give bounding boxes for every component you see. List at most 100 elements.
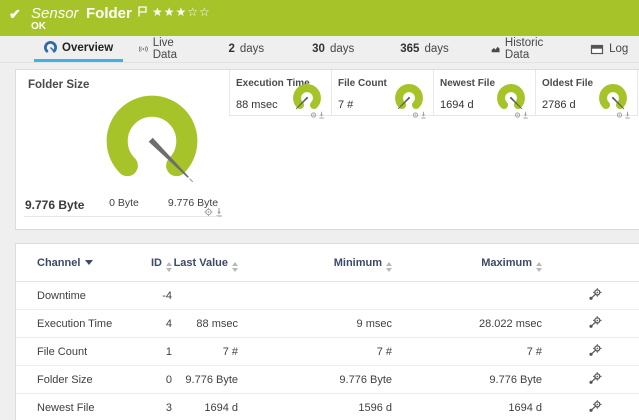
channel-settings-icon[interactable] <box>588 344 602 357</box>
sort-icon <box>536 262 542 272</box>
primary-gauge-value: 9.776 Byte <box>25 198 85 212</box>
tab-number: 30 <box>312 43 325 55</box>
gauge-corner-icons[interactable] <box>204 204 224 222</box>
column-header-maximum[interactable]: Maximum <box>392 244 542 282</box>
column-header-last-value[interactable]: Last Value <box>172 244 238 282</box>
mini-gauge-title: File Count <box>338 78 387 89</box>
channel-table: Channel ID Last Value Minimum Maximum Do… <box>16 244 639 420</box>
object-kind-label: Sensor <box>31 5 79 22</box>
channel-name[interactable]: Execution Time <box>16 309 146 338</box>
channel-id: 4 <box>146 309 172 338</box>
channel-settings-icon[interactable] <box>588 316 602 329</box>
gauge-corner-icons[interactable] <box>514 106 530 124</box>
mini-gauge-oldest-file[interactable]: Oldest File 2786 d <box>535 70 637 119</box>
tab-overview[interactable]: Overview <box>34 36 124 62</box>
pin-icon <box>421 111 426 119</box>
mini-gauge-value: 88 msec <box>236 99 278 111</box>
channel-name[interactable]: Newest File <box>16 393 146 420</box>
minimum-value <box>238 281 392 310</box>
channel-table-panel: Channel ID Last Value Minimum Maximum Do… <box>15 243 639 420</box>
sort-icon <box>386 262 392 272</box>
pin-icon <box>319 111 324 119</box>
channel-id: 0 <box>146 365 172 394</box>
tab-label: Historic Data <box>504 37 544 61</box>
priority-flag-icon[interactable] <box>138 4 147 22</box>
sensor-status-text: OK <box>31 21 46 32</box>
minimum-value: 9 msec <box>238 309 392 338</box>
pin-icon <box>625 111 630 119</box>
channel-name[interactable]: Downtime <box>16 281 146 310</box>
mini-gauge-value: 2786 d <box>542 99 576 111</box>
mini-gauge-value: 1694 d <box>440 99 474 111</box>
channel-id: 3 <box>146 393 172 420</box>
channel-settings-icon[interactable] <box>588 400 602 413</box>
gauge-corner-icons[interactable] <box>412 106 428 124</box>
minimum-value: 1596 d <box>238 393 392 420</box>
tab-log[interactable]: Log <box>580 36 638 62</box>
table-row[interactable]: File Count 1 7 # 7 # 7 # <box>16 337 639 366</box>
gauge-icon <box>44 41 57 53</box>
tab-label: days <box>239 43 265 55</box>
last-value: 9.776 Byte <box>172 365 238 394</box>
channel-id: 1 <box>146 337 172 366</box>
gauge-corner-icons[interactable] <box>616 106 632 124</box>
column-header-actions <box>542 244 639 282</box>
last-value: 1694 d <box>172 393 238 420</box>
sort-icon <box>232 262 238 272</box>
gauges-panel: Folder Size 0 Byte 9.776 Byte 9.776 Byte… <box>15 69 639 230</box>
pin-icon <box>523 111 528 119</box>
primary-gauge-cell[interactable]: Folder Size 0 Byte 9.776 Byte 9.776 Byte <box>16 70 229 229</box>
mini-gauge-execution-time[interactable]: Execution Time 88 msec <box>229 70 331 119</box>
tab-historic-data[interactable]: Historic Data <box>481 36 558 62</box>
mini-gauge-value: 7 # <box>338 99 354 111</box>
minimum-value: 9.776 Byte <box>238 365 392 394</box>
column-header-id[interactable]: ID <box>146 244 172 282</box>
maximum-value: 1694 d <box>392 393 542 420</box>
tab-30-days[interactable]: 30 days <box>302 36 364 62</box>
table-row[interactable]: Newest File 3 1694 d 1596 d 1694 d <box>16 393 639 420</box>
gauge-corner-icons[interactable] <box>310 106 326 124</box>
channel-settings-icon[interactable] <box>588 288 602 301</box>
tab-365-days[interactable]: 365 days <box>390 36 458 62</box>
table-row[interactable]: Execution Time 4 88 msec 9 msec 28.022 m… <box>16 309 639 338</box>
tab-label: Live Data <box>152 37 178 61</box>
primary-gauge-title: Folder Size <box>28 79 90 91</box>
channel-settings-icon[interactable] <box>588 372 602 385</box>
table-row[interactable]: Downtime -4 <box>16 281 639 310</box>
tab-label: Overview <box>62 41 114 54</box>
mini-gauge-newest-file[interactable]: Newest File 1694 d <box>433 70 535 119</box>
mini-gauge-title: Newest File <box>440 78 496 89</box>
tab-number: 2 <box>228 43 235 55</box>
folder-size-gauge <box>106 95 198 183</box>
sort-desc-icon <box>85 260 94 265</box>
mini-gauge-title: Oldest File <box>542 78 594 89</box>
log-list-icon <box>590 44 604 54</box>
tab-label: Log <box>609 43 629 55</box>
column-header-minimum[interactable]: Minimum <box>238 244 392 282</box>
tab-bar: Overview Live Data 2 days 30 days 365 days … <box>0 36 639 63</box>
sensor-name[interactable]: Folder <box>86 5 132 22</box>
last-value: 88 msec <box>172 309 238 338</box>
last-value: 7 # <box>172 337 238 366</box>
channel-name[interactable]: Folder Size <box>16 365 146 394</box>
last-value <box>172 281 238 310</box>
gear-icon <box>207 211 210 213</box>
channel-id: -4 <box>146 281 172 310</box>
status-check-icon: ✔ <box>9 6 21 22</box>
maximum-value: 7 # <box>392 337 542 366</box>
mini-gauge-file-count[interactable]: File Count 7 # <box>331 70 433 119</box>
tab-label: days <box>424 43 449 55</box>
gauge-scale-min: 0 Byte <box>109 197 139 209</box>
sort-icon <box>166 262 172 272</box>
tab-2-days[interactable]: 2 days <box>218 36 274 62</box>
column-header-channel[interactable]: Channel <box>16 244 146 282</box>
live-signal-icon <box>139 45 148 53</box>
tab-number: 365 <box>400 43 420 55</box>
table-row[interactable]: Folder Size 0 9.776 Byte 9.776 Byte 9.77… <box>16 365 639 394</box>
maximum-value <box>392 281 542 310</box>
sensor-header-bar: ✔ Sensor Folder ★★★☆☆ OK <box>0 0 639 36</box>
tab-live-data[interactable]: Live Data <box>129 36 192 62</box>
channel-name[interactable]: File Count <box>16 337 146 366</box>
stars-filled: ★★★ <box>152 5 188 19</box>
priority-stars[interactable]: ★★★☆☆ <box>152 5 211 19</box>
